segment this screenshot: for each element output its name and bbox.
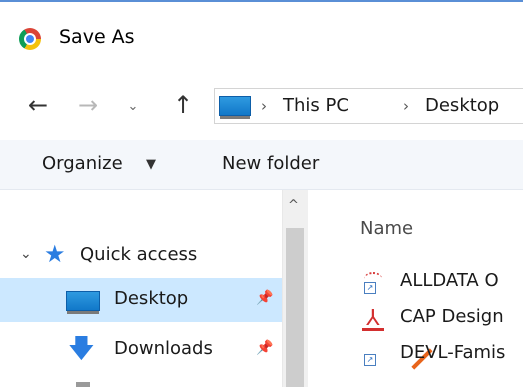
pin-icon[interactable]: 📌 [256,340,273,356]
documents-icon [76,382,90,387]
breadcrumb-separator-icon[interactable]: › [403,97,409,115]
navigation-pane: ⌄ ★ Quick access Desktop 📌 🡇 Downloads 📌 [0,190,308,387]
expand-chevron-icon[interactable]: ⌄ [20,246,32,262]
nav-item-downloads[interactable]: 🡇 Downloads 📌 [0,328,282,372]
recent-locations-chevron-icon[interactable]: ⌄ [124,92,142,122]
file-row[interactable]: ↗ DEVL-Famis [308,338,523,372]
nav-item-desktop[interactable]: Desktop 📌 [0,278,282,322]
breadcrumb-separator-icon[interactable]: › [261,97,267,115]
breadcrumb-desktop[interactable]: Desktop [425,95,499,116]
file-row[interactable]: ⅄ CAP Design [308,302,523,336]
file-row[interactable]: ↗ ALLDATA O [308,266,523,300]
desktop-icon [66,291,100,314]
star-icon: ★ [44,240,66,268]
this-pc-icon[interactable] [219,96,251,119]
new-folder-button[interactable]: New folder [222,153,319,174]
download-arrow-icon: 🡇 [68,334,95,364]
chrome-icon [19,28,41,50]
shortcut-icon: ↗ [362,272,384,294]
scroll-up-icon[interactable]: ^ [288,198,299,213]
address-row: ← → ⌄ ↑ › This PC › Desktop [0,80,523,128]
command-toolbar: Organize ▼ New folder [0,140,523,190]
pin-icon[interactable]: 📌 [256,290,273,306]
shortcut-pencil-icon: ↗ [362,344,433,370]
back-arrow-icon[interactable]: ← [24,90,52,120]
address-bar[interactable]: › This PC › Desktop [214,88,523,124]
file-name: CAP Design [400,306,504,327]
nav-scrollbar[interactable]: ^ [282,190,308,387]
file-name: ALLDATA O [400,270,499,291]
breadcrumb-this-pc[interactable]: This PC [283,95,349,116]
forward-arrow-icon[interactable]: → [74,90,102,120]
nav-item-label: Quick access [80,244,198,265]
up-arrow-icon[interactable]: ↑ [168,90,198,120]
file-name: DEVL-Famis [400,342,506,363]
nav-item-quick-access[interactable]: ⌄ ★ Quick access [0,234,282,278]
column-header-name[interactable]: Name [360,218,413,239]
title-bar: Save As [0,0,523,80]
file-list-pane: Name ↗ ALLDATA O ⅄ CAP Design ↗ DEVL-Fam… [308,190,523,387]
nav-item-label: Desktop [114,288,189,309]
organize-dropdown-icon[interactable]: ▼ [146,157,156,172]
pdf-icon: ⅄ [362,307,384,331]
window-title: Save As [59,26,135,48]
organize-button[interactable]: Organize [42,153,123,174]
nav-item-label: Downloads [114,338,213,359]
scroll-thumb[interactable] [286,228,304,387]
